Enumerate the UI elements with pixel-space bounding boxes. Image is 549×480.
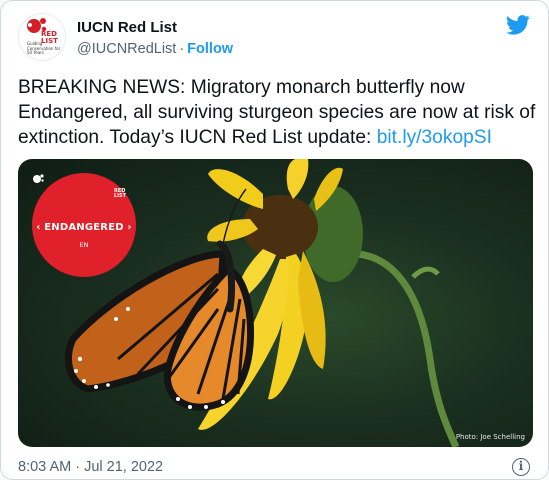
photo-credit: Photo: Joe Schelling — [455, 433, 525, 441]
avatar[interactable]: RED LIST Guiding Conservation for 50 Yea… — [18, 13, 66, 61]
account-handle[interactable]: @IUCNRedList — [77, 41, 176, 57]
separator: · — [179, 41, 185, 57]
badge-logo-text: RED LIST — [114, 188, 127, 199]
petal — [286, 159, 309, 199]
tweet-card[interactable]: RED LIST Guiding Conservation for 50 Yea… — [0, 0, 549, 480]
flower-stem-side — [411, 266, 440, 279]
badge-code: EN — [79, 241, 89, 249]
tweet-text: BREAKING NEWS: Migratory monarch butterf… — [18, 75, 538, 150]
account-name[interactable]: IUCN Red List — [77, 19, 177, 36]
tweet-link[interactable]: bit.ly/3okopSI — [377, 127, 492, 148]
tweet-media[interactable]: RED LIST ‹ ENDANGERED › EN Photo: Joe Sc… — [18, 159, 533, 447]
twitter-bird-icon[interactable] — [506, 15, 530, 35]
tweet-timestamp[interactable]: 8:03 AM · Jul 21, 2022 — [18, 459, 163, 475]
iucn-logo-icon — [33, 174, 44, 183]
endangered-badge: RED LIST ‹ ENDANGERED › EN — [32, 173, 136, 277]
petal — [208, 169, 263, 209]
handle-row: @IUCNRedList · Follow — [77, 41, 233, 57]
badge-label: ‹ ENDANGERED › — [36, 222, 132, 233]
info-icon[interactable]: i — [512, 458, 530, 476]
avatar-subtext: Guiding Conservation for 50 Years — [27, 41, 61, 56]
flower-stem — [357, 250, 460, 447]
follow-button[interactable]: Follow — [187, 41, 233, 57]
